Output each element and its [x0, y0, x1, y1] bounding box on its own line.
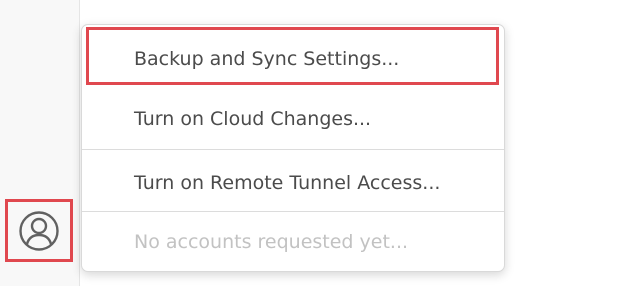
- menu-item-cloud-changes[interactable]: Turn on Cloud Changes...: [82, 89, 504, 149]
- accounts-button[interactable]: [5, 199, 73, 262]
- account-circle-icon: [19, 210, 59, 251]
- menu-item-label: No accounts requested yet...: [134, 231, 409, 253]
- menu-item-remote-tunnel-access[interactable]: Turn on Remote Tunnel Access...: [82, 153, 504, 213]
- menu-separator: [82, 149, 504, 150]
- menu-item-label: Turn on Remote Tunnel Access...: [134, 172, 441, 194]
- menu-item-backup-sync-settings[interactable]: Backup and Sync Settings...: [82, 29, 504, 89]
- activity-bar: [0, 0, 80, 286]
- menu-separator: [82, 211, 504, 212]
- app-window: Backup and Sync Settings... Turn on Clou…: [0, 0, 636, 286]
- menu-item-no-accounts: No accounts requested yet...: [82, 215, 504, 269]
- menu-item-label: Backup and Sync Settings...: [134, 48, 400, 70]
- accounts-context-menu: Backup and Sync Settings... Turn on Clou…: [81, 24, 505, 272]
- menu-item-label: Turn on Cloud Changes...: [134, 108, 372, 130]
